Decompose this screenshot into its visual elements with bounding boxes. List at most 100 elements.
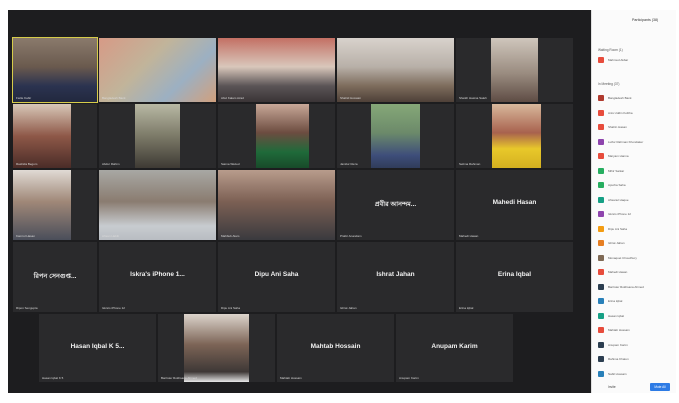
- participant-name: Mahmud Akbar: [608, 58, 629, 62]
- video-tile[interactable]: Abul Kalam Azad: [218, 38, 335, 102]
- video-tile[interactable]: Fazle Kabir: [12, 37, 98, 103]
- video-tile[interactable]: Kamrul Hasan: [13, 170, 97, 240]
- participant-row[interactable]: Lutfor Rahman Khondaker: [598, 138, 672, 146]
- participant-video: [256, 104, 309, 168]
- participant-row[interactable]: Rahima Khatun: [598, 355, 672, 363]
- name-tile[interactable]: Hasan Iqbal K 5... Hasan Iqbal K 5: [39, 314, 156, 382]
- video-gallery: Fazle Kabir Bangladesh Bank Abul Kalam A…: [8, 10, 591, 393]
- participant-name: Mahtab Hossain: [280, 376, 302, 380]
- participant-name: Anupam Karim: [399, 376, 419, 380]
- participant-row[interactable]: Mihir Sarkar: [598, 167, 672, 175]
- video-tile[interactable]: Ahsan Habib: [99, 170, 216, 240]
- in-meeting-header[interactable]: In Meeting (37): [598, 82, 619, 86]
- participant-row[interactable]: Dipu Ani Saha: [598, 225, 672, 233]
- participant-row[interactable]: Monaquet Choudhury: [598, 254, 672, 262]
- video-tile[interactable]: Sheikh Hasina Saleh: [456, 38, 573, 102]
- waiting-participant[interactable]: Mahmud Akbar: [598, 56, 672, 64]
- participant-name: Hasan Iqbal K 5: [42, 376, 64, 380]
- video-tile[interactable]: Mahbub Alam: [218, 170, 335, 240]
- participant-row[interactable]: Mahtab Hossain: [598, 326, 672, 334]
- avatar: [598, 167, 604, 174]
- participant-row[interactable]: Erina Iqbal: [598, 297, 672, 305]
- name-tile[interactable]: Iskra's iPhone 1... Iskra's iPhone 12: [99, 242, 216, 312]
- name-tile[interactable]: Erina Iqbal Erina Iqbal: [456, 242, 573, 312]
- video-tile[interactable]: Saima Wazed: [218, 104, 335, 168]
- avatar: [598, 95, 604, 101]
- participant-name: Abul Kalam Azad: [221, 96, 244, 100]
- name-tile[interactable]: Mahedi Hasan Mahedi Hasan: [456, 170, 573, 240]
- participant-row[interactable]: Anupam Karim: [598, 341, 672, 349]
- participant-name: Mihir Sarkar: [608, 168, 625, 173]
- participant-row[interactable]: Maryam Hanna: [598, 152, 672, 160]
- participant-video: [218, 38, 335, 102]
- participant-name: Nabil Hossain: [608, 371, 627, 376]
- name-tile[interactable]: রিপন সেনগুপ্ত... Ripon Sengupta: [13, 242, 97, 312]
- participant-display-name: Hasan Iqbal K 5...: [70, 342, 125, 350]
- participant-name: Mahedi Hasan: [459, 234, 479, 238]
- video-tile[interactable]: Abdur Rahim: [99, 104, 216, 168]
- participant-name: Mahtab Hossain: [608, 328, 630, 332]
- participant-video: [184, 314, 249, 382]
- name-tile[interactable]: প্রবীর আনন্দম... Prabir Anandam: [337, 170, 454, 240]
- avatar: [598, 57, 604, 63]
- participant-name: Ahsanul Haque: [608, 197, 629, 202]
- participant-row[interactable]: Hasan Iqbal: [598, 312, 672, 320]
- participant-name: Hasan Iqbal: [608, 313, 625, 318]
- participant-row[interactable]: Shahin Hasan: [598, 123, 672, 131]
- name-tile[interactable]: Dipu Ani Saha Dipu Ani Saha: [218, 242, 335, 312]
- name-tile[interactable]: Ishrat Jahan Ishrat Jahan: [337, 242, 454, 312]
- name-tile[interactable]: Anupam Karim Anupam Karim: [396, 314, 513, 382]
- video-tile[interactable]: Barrister Rokhsana Ahmed: [158, 314, 275, 382]
- participant-name: Iskra's iPhone 12: [102, 306, 125, 310]
- participant-name: Bangladesh Bank: [608, 96, 632, 100]
- participant-name: Kamrul Hasan: [16, 234, 36, 238]
- avatar: [598, 153, 604, 159]
- participant-name: Prabir Anandam: [340, 234, 362, 238]
- name-tile[interactable]: Mahtab Hossain Mahtab Hossain: [277, 314, 394, 382]
- participants-panel: Participants (38) Waiting Room (1) Mahmu…: [591, 10, 676, 393]
- participant-display-name: রিপন সেনগুপ্ত...: [33, 273, 77, 281]
- invite-button[interactable]: Invite: [608, 385, 616, 389]
- participant-row[interactable]: Ahsanul Haque: [598, 196, 672, 204]
- participant-name: Fazle Kabir: [16, 96, 32, 100]
- participant-name: Anupam Karim: [608, 342, 628, 347]
- participant-row[interactable]: Ishrat Jahan: [598, 239, 672, 247]
- participant-name: Ishrat Jahan: [340, 306, 357, 310]
- participant-name: Apurba Saha: [608, 183, 626, 187]
- participant-display-name: প্রবীর আনন্দম...: [374, 201, 417, 209]
- participant-name: Saima Wazed: [221, 162, 240, 166]
- avatar: [598, 341, 604, 348]
- participant-row[interactable]: Mahedi Hasan: [598, 268, 672, 276]
- participant-row[interactable]: Nabil Hossain: [598, 370, 672, 378]
- participant-name: Dipu Ani Saha: [221, 306, 241, 310]
- participant-display-name: Anupam Karim: [431, 342, 478, 350]
- participant-video: [13, 170, 71, 240]
- avatar: [598, 138, 604, 145]
- participant-row[interactable]: Anis Uddin Kolitha: [598, 109, 672, 117]
- avatar: [598, 109, 604, 116]
- avatar: [598, 182, 604, 188]
- video-tile[interactable]: Rashida Begum: [13, 104, 97, 168]
- participant-name: Mahbub Alam: [221, 234, 240, 238]
- video-tile[interactable]: Bangladesh Bank: [99, 38, 216, 102]
- participant-name: Maryam Hanna: [608, 154, 629, 158]
- participant-video: [371, 104, 420, 168]
- panel-title: Participants (38): [632, 18, 659, 22]
- participant-name: Sheikh Hasina Saleh: [459, 96, 487, 100]
- participant-display-name: Erina Iqbal: [497, 271, 532, 279]
- participant-row[interactable]: Apurba Saha: [598, 181, 672, 189]
- video-tile[interactable]: Shahid Hossain: [337, 38, 454, 102]
- participant-name: Barrister Rokhsana Ahmed: [161, 376, 197, 380]
- participant-video: [135, 104, 180, 168]
- participant-row[interactable]: Bangladesh Bank: [598, 94, 672, 102]
- waiting-room-header[interactable]: Waiting Room (1): [598, 48, 623, 52]
- video-tile[interactable]: Selima Rahman: [456, 104, 573, 168]
- participant-row[interactable]: Iskra's iPhone 12: [598, 210, 672, 218]
- video-tile[interactable]: Jamilur Reza: [337, 104, 454, 168]
- mute-all-button[interactable]: Mute All: [650, 383, 670, 391]
- participant-row[interactable]: Barrister Rokhsana Ahmed: [598, 283, 672, 291]
- participant-video: [13, 38, 97, 102]
- participant-name: Monaquet Choudhury: [608, 255, 637, 260]
- avatar: [598, 211, 604, 217]
- avatar: [598, 269, 604, 275]
